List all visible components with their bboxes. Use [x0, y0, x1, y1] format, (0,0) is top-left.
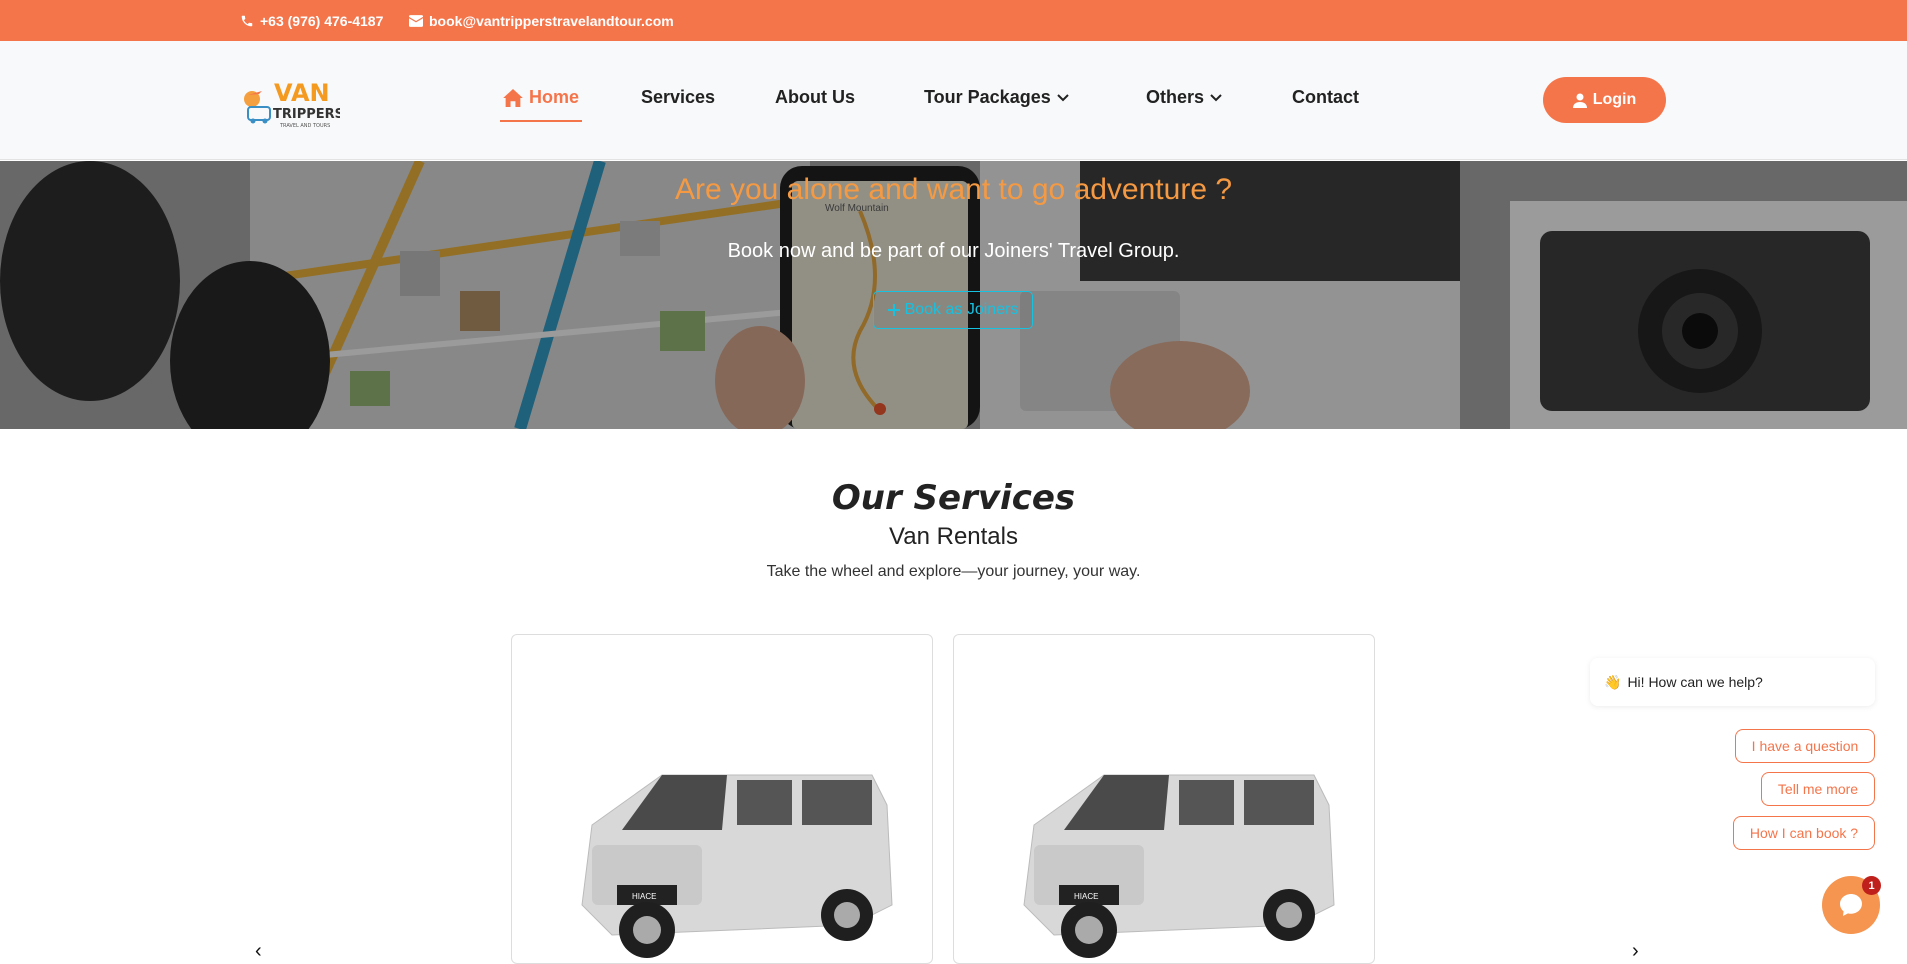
svg-text:HIACE: HIACE [1074, 892, 1098, 901]
van-card[interactable]: HIACE [953, 634, 1375, 964]
nav-contact[interactable]: Contact [1292, 87, 1359, 108]
nav-services-label: Services [641, 87, 716, 107]
services-section-title: Our Services [831, 478, 1076, 518]
login-button[interactable]: Login [1543, 77, 1666, 123]
hero-banner: Wolf Mountain Are you alone and want to … [0, 161, 1907, 429]
phone-icon [241, 15, 253, 27]
home-icon [503, 88, 523, 107]
van-image: HIACE [1023, 774, 1335, 958]
chat-option-label: Tell me more [1777, 781, 1859, 797]
nav-contact-label: Contact [1292, 87, 1359, 107]
nav-others-label: Others [1146, 87, 1205, 107]
chevron-down-icon [1210, 93, 1222, 101]
nav-services[interactable]: Services [641, 87, 715, 108]
hero-subtitle: Book now and be part of our Joiners' Tra… [727, 240, 1180, 262]
book-as-joiners-button[interactable]: Book as Joiners [873, 291, 1033, 329]
active-nav-underline [500, 120, 582, 122]
email-contact[interactable]: book@vantripperstravelandtour.com [409, 13, 674, 29]
nav-about-us[interactable]: About Us [775, 87, 855, 108]
chat-option-label: I have a question [1751, 738, 1859, 754]
nav-tour-packages-label: Tour Packages [924, 87, 1051, 107]
svg-text:VAN: VAN [274, 79, 330, 107]
services-description: Take the wheel and explore—your journey,… [766, 563, 1141, 580]
chat-option-how-to-book[interactable]: How I can book ? [1733, 816, 1875, 850]
chat-greeting-text: Hi! How can we help? [1627, 674, 1763, 690]
plus-icon [887, 304, 900, 316]
top-contact-bar: +63 (976) 476-4187 book@vantripperstrave… [0, 0, 1907, 41]
chevron-down-icon [1057, 93, 1069, 101]
main-navbar: VAN TRIPPERS TRAVEL AND TOURS Home Servi… [0, 41, 1907, 160]
nav-home-label: Home [529, 87, 580, 107]
site-logo[interactable]: VAN TRIPPERS TRAVEL AND TOURS [240, 71, 344, 131]
phone-contact[interactable]: +63 (976) 476-4187 [240, 13, 383, 29]
chat-icon [1840, 894, 1862, 916]
nav-about-label: About Us [775, 87, 855, 107]
svg-text:TRIPPERS: TRIPPERS [273, 107, 340, 122]
logo-graphic: VAN TRIPPERS TRAVEL AND TOURS [244, 79, 344, 129]
book-as-joiners-label: Book as Joiners [904, 301, 1019, 318]
van-image: HIACE [581, 774, 893, 958]
envelope-icon [409, 15, 423, 27]
chat-greeting-bubble: 👋 Hi! How can we help? [1590, 658, 1875, 706]
nav-others[interactable]: Others [1146, 87, 1222, 108]
chat-option-question[interactable]: I have a question [1735, 729, 1875, 763]
nav-tour-packages[interactable]: Tour Packages [924, 87, 1069, 108]
user-icon [1572, 93, 1587, 108]
carousel-prev-arrow-icon[interactable]: ‹ [255, 940, 262, 963]
email-address: book@vantripperstravelandtour.com [429, 13, 674, 29]
login-label: Login [1592, 91, 1637, 108]
services-subtitle: Van Rentals [889, 523, 1018, 550]
van-card[interactable]: HIACE [511, 634, 933, 964]
chat-option-tell-more[interactable]: Tell me more [1761, 772, 1875, 806]
wave-icon: 👋 [1604, 673, 1622, 690]
chat-option-label: How I can book ? [1749, 825, 1859, 841]
phone-number: +63 (976) 476-4187 [260, 13, 384, 29]
svg-text:TRAVEL AND TOURS: TRAVEL AND TOURS [279, 123, 330, 129]
svg-text:HIACE: HIACE [632, 892, 656, 901]
nav-home[interactable]: Home [503, 87, 579, 108]
hero-title: Are you alone and want to go adventure ? [674, 173, 1233, 206]
carousel-next-arrow-icon[interactable]: › [1632, 940, 1639, 963]
chat-notification-badge: 1 [1862, 876, 1881, 895]
